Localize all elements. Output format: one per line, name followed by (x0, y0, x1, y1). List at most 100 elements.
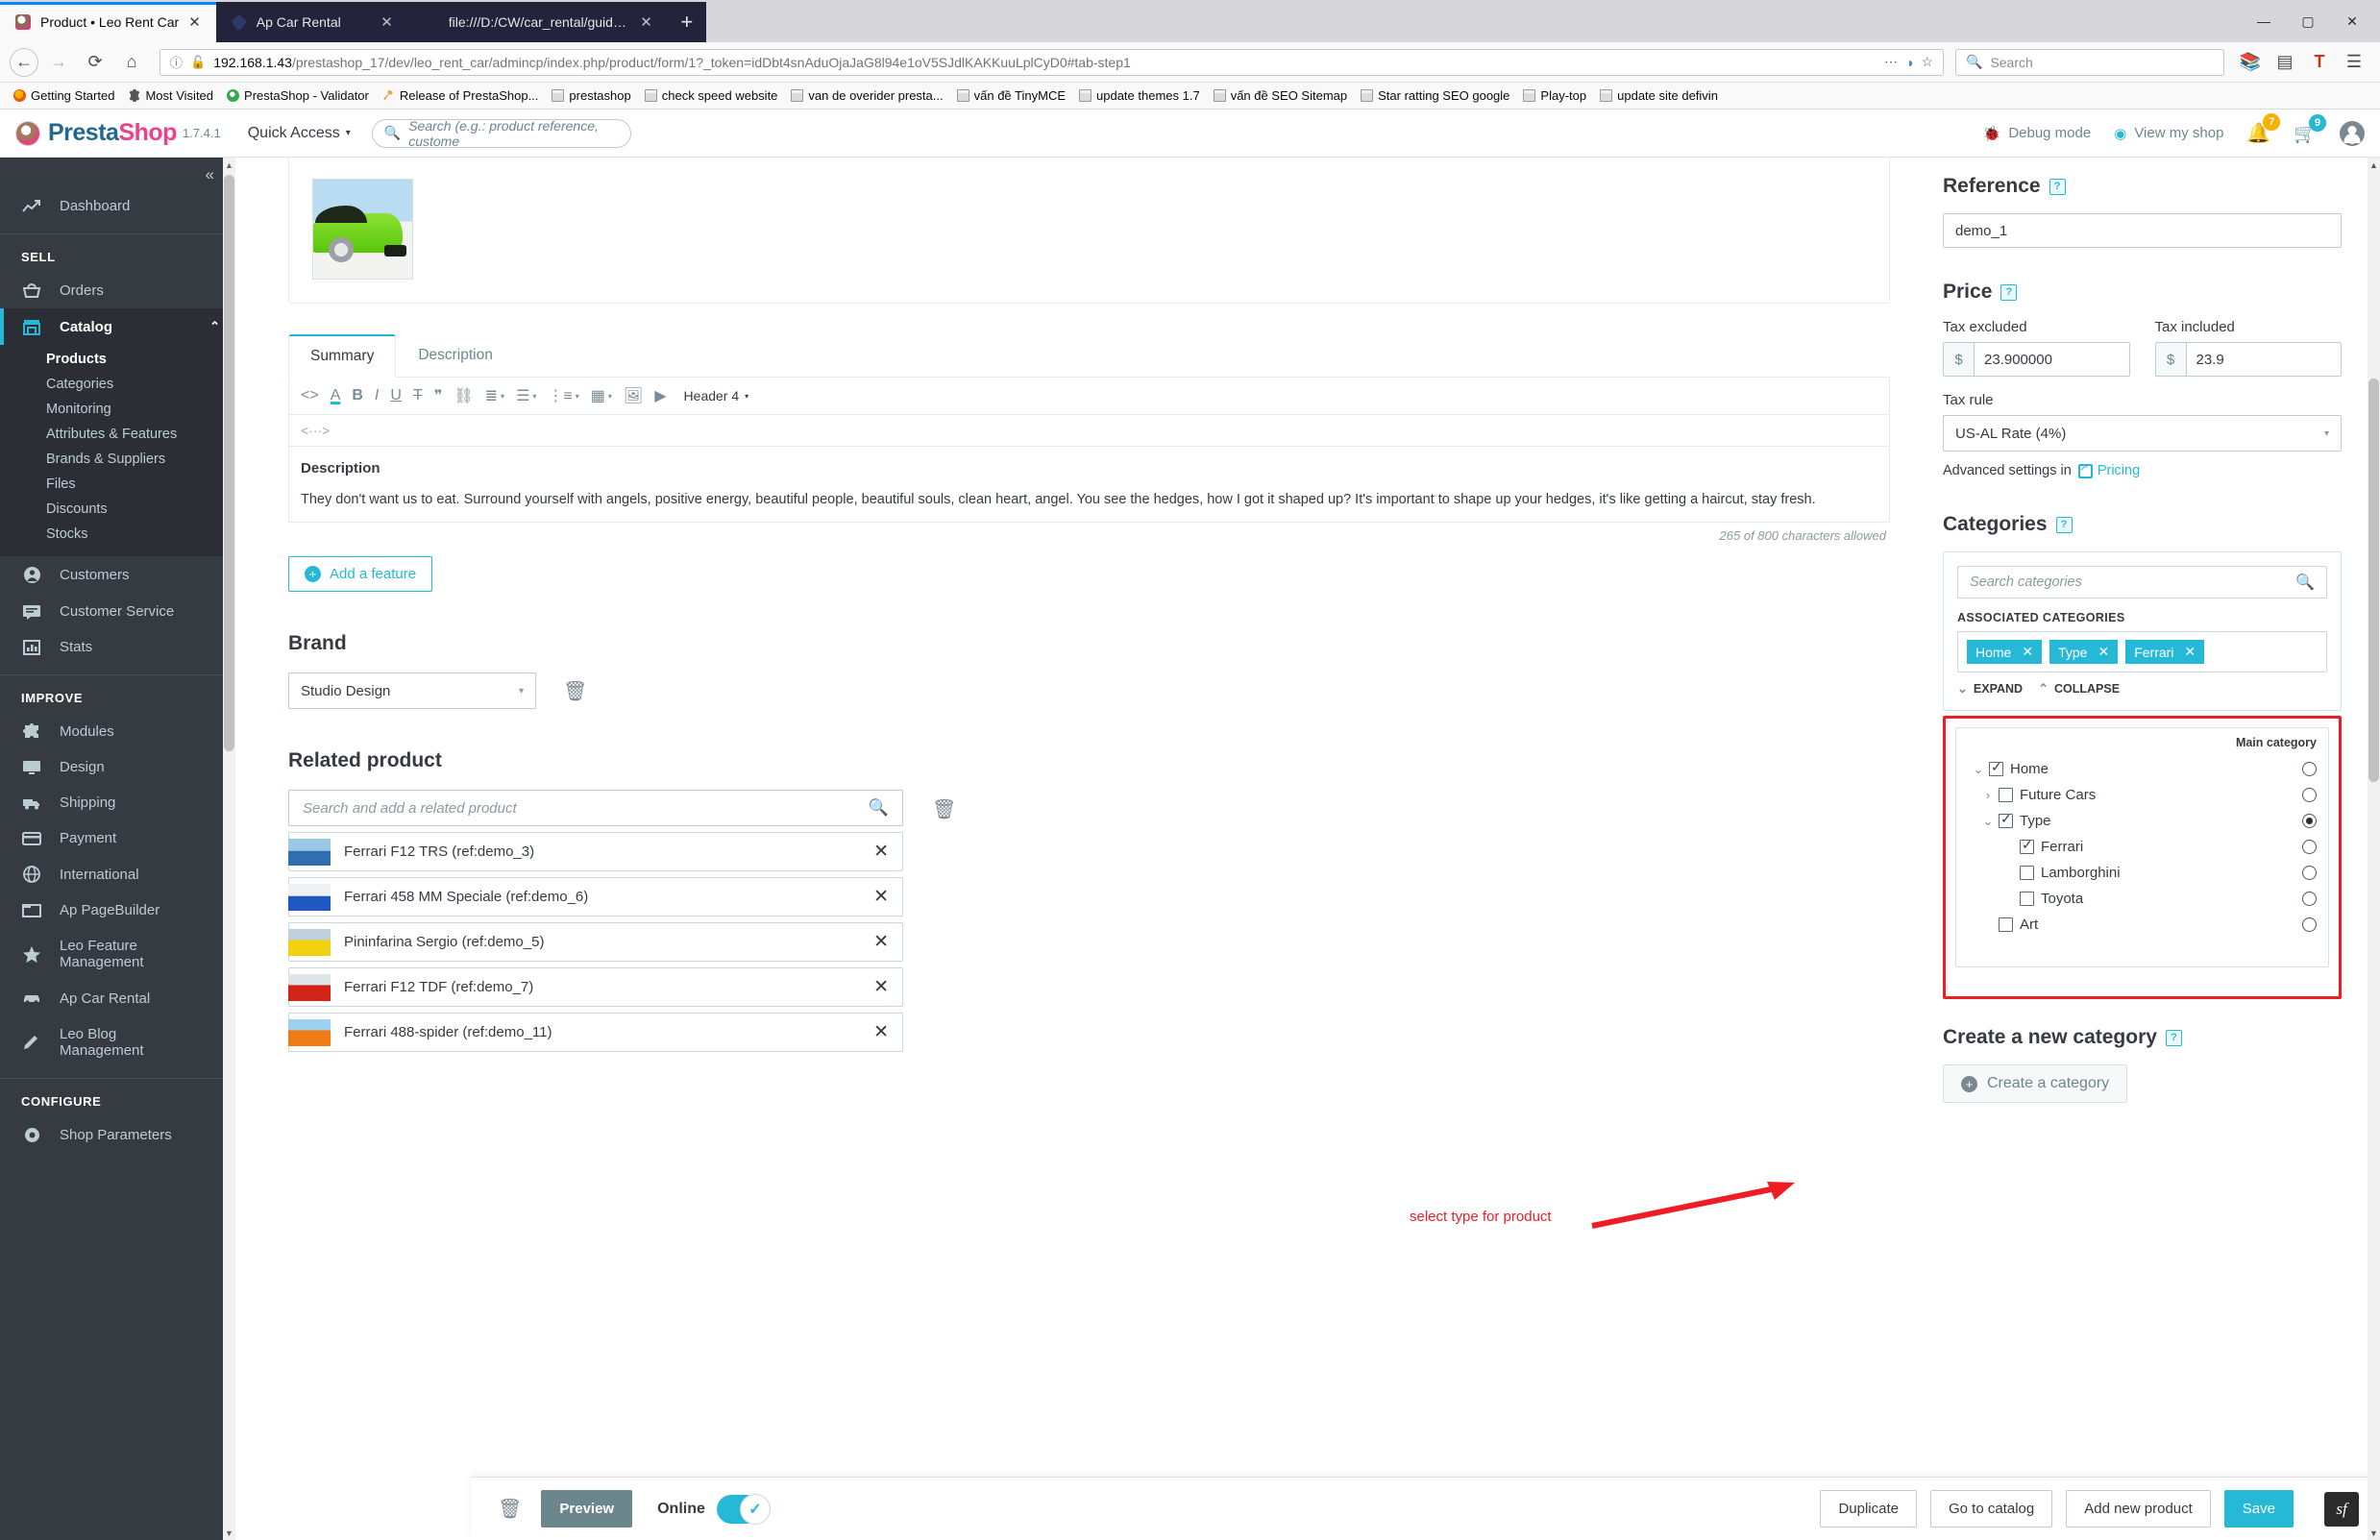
maximize-icon[interactable]: ▢ (2286, 0, 2330, 42)
sidebar-item-design[interactable]: Design (0, 749, 235, 785)
scroll-down-icon[interactable]: ▼ (2368, 1526, 2380, 1540)
sidebar-item-shop-parameters[interactable]: Shop Parameters (0, 1116, 235, 1154)
go-to-catalog-button[interactable]: Go to catalog (1929, 1490, 2053, 1528)
create-a-category-button[interactable]: + Create a category (1943, 1064, 2128, 1103)
add-a-feature-button[interactable]: + Add a feature (288, 556, 433, 592)
category-tree-node[interactable]: Lamborghini (1968, 860, 2317, 886)
tax-excluded-input[interactable]: $ 23.900000 (1943, 342, 2130, 377)
sidebar-item-files[interactable]: Files (0, 472, 235, 497)
info-icon[interactable]: ⓘ (170, 53, 183, 71)
image-icon[interactable]: 🖼 (624, 386, 643, 405)
bookmark-item-4[interactable]: prestashop (546, 86, 636, 105)
bookmark-item-12[interactable]: update site defivin (1594, 86, 1724, 105)
sidebar-icon[interactable]: ▤ (2269, 48, 2301, 77)
remove-icon[interactable]: ✕ (873, 1021, 889, 1043)
underline-icon[interactable]: U (390, 387, 402, 404)
bookmark-item-5[interactable]: check speed website (639, 86, 784, 105)
twisty-icon[interactable]: › (1977, 788, 1999, 802)
remove-icon[interactable]: ✕ (2098, 644, 2109, 660)
italic-icon[interactable]: I (375, 387, 379, 404)
close-window-icon[interactable]: ✕ (2330, 0, 2374, 42)
add-new-product-button[interactable]: Add new product (2066, 1490, 2211, 1528)
home-button[interactable]: ⌂ (115, 48, 148, 77)
related-product-row[interactable]: Pininfarina Sergio (ref:demo_5) ✕ (288, 922, 903, 962)
preview-button[interactable]: Preview (541, 1490, 633, 1528)
tax-rule-select[interactable]: US-AL Rate (4%) ▾ (1943, 415, 2342, 452)
category-search-input[interactable]: Search categories 🔍 (1957, 566, 2327, 599)
sidebar-item-customers[interactable]: Customers (0, 556, 235, 594)
related-delete-icon[interactable]: 🗑 (932, 797, 956, 821)
link-icon[interactable]: ⛓ (454, 386, 473, 405)
remove-icon[interactable]: ✕ (2022, 644, 2033, 660)
bookmark-item-11[interactable]: Play-top (1517, 86, 1592, 105)
sidebar-item-stocks[interactable]: Stocks (0, 522, 235, 547)
bookmark-item-6[interactable]: van de overider presta... (785, 86, 948, 105)
account-icon[interactable]: T (2303, 48, 2336, 77)
category-checkbox[interactable] (2020, 892, 2034, 906)
page-scrollbar[interactable]: ▲ ▼ (2368, 158, 2380, 1540)
sidebar-item-catalog[interactable]: Catalog ⌃ (0, 308, 235, 345)
strikethrough-icon[interactable]: T (413, 387, 423, 404)
help-icon[interactable]: ? (2049, 178, 2066, 195)
sidebar-item-modules[interactable]: Modules (0, 713, 235, 749)
bold-icon[interactable]: B (352, 387, 363, 404)
code-icon[interactable]: <> (301, 387, 319, 404)
browser-tab-3[interactable]: file:///D:/CW/car_rental/guide/apre ✕ (407, 2, 668, 42)
symfony-toolbar-badge[interactable]: sf (2324, 1491, 2359, 1527)
online-toggle[interactable]: ✓ (716, 1493, 771, 1525)
prestashop-logo[interactable]: PrestaShop (15, 119, 177, 147)
close-icon[interactable]: ✕ (188, 13, 201, 31)
bookmark-star-icon[interactable]: ☆ (1921, 54, 1933, 70)
category-tree-node[interactable]: › Future Cars (1968, 782, 2317, 808)
sidebar-item-orders[interactable]: Orders (0, 272, 235, 308)
brand-delete-icon[interactable]: 🗑 (563, 679, 587, 703)
category-checkbox[interactable] (2020, 866, 2034, 880)
category-checkbox[interactable] (2020, 837, 2034, 854)
sidebar-item-international[interactable]: International (0, 856, 235, 892)
collapse-button[interactable]: ⌃ COLLAPSE (2038, 681, 2120, 697)
tab-description[interactable]: Description (396, 334, 515, 378)
pocket-icon[interactable]: ◑ (1905, 55, 1913, 70)
format-dropdown[interactable]: Header 4 ▾ (684, 388, 749, 403)
main-category-radio[interactable] (2302, 788, 2317, 802)
back-button[interactable]: ← (10, 47, 38, 77)
category-tree-node[interactable]: ⌄ Type (1968, 808, 2317, 834)
main-category-radio[interactable] (2302, 866, 2317, 880)
close-icon[interactable]: ✕ (640, 13, 652, 31)
browser-tab-2[interactable]: Ap Car Rental ✕ (215, 2, 408, 42)
scroll-up-icon[interactable]: ▲ (2368, 158, 2380, 172)
bookmark-item-8[interactable]: update themes 1.7 (1073, 86, 1206, 105)
quick-access-menu[interactable]: Quick Access ▾ (248, 125, 351, 142)
browser-tab-1[interactable]: Product • Leo Rent Car ✕ (0, 2, 216, 42)
brand-select[interactable]: Studio Design ▾ (288, 672, 536, 709)
related-product-row[interactable]: Ferrari 458 MM Speciale (ref:demo_6) ✕ (288, 877, 903, 917)
sidebar-item-stats[interactable]: Stats (0, 629, 235, 665)
quote-icon[interactable]: ❞ (434, 386, 443, 405)
bookmark-item-1[interactable]: Most Visited (122, 86, 219, 105)
category-checkbox[interactable] (1999, 788, 2013, 802)
related-product-row[interactable]: Ferrari F12 TDF (ref:demo_7) ✕ (288, 967, 903, 1007)
related-product-search-input[interactable]: Search and add a related product 🔍 (288, 790, 903, 826)
help-icon[interactable]: ? (2165, 1029, 2182, 1046)
main-category-radio[interactable] (2302, 917, 2317, 932)
remove-icon[interactable]: ✕ (873, 886, 889, 908)
url-bar[interactable]: ⓘ 🔓 192.168.1.43/prestashop_17/dev/leo_r… (159, 48, 1944, 76)
view-my-shop-button[interactable]: ◉ View my shop (2114, 125, 2223, 142)
browser-search-bar[interactable]: 🔍 Search (1955, 48, 2224, 76)
main-category-radio[interactable] (2302, 840, 2317, 854)
sidebar-item-ap-pagebuilder[interactable]: Ap PageBuilder (0, 892, 235, 928)
scroll-up-icon[interactable]: ▲ (223, 158, 235, 172)
sidebar-item-ap-car-rental[interactable]: Ap Car Rental (0, 981, 235, 1016)
video-icon[interactable]: ▶ (654, 386, 666, 405)
duplicate-button[interactable]: Duplicate (1820, 1490, 1917, 1528)
delete-product-icon[interactable]: 🗑 (498, 1497, 522, 1521)
expand-button[interactable]: ⌄ EXPAND (1957, 681, 2023, 697)
minimize-icon[interactable]: — (2242, 0, 2286, 42)
save-button[interactable]: Save (2223, 1490, 2294, 1528)
category-tag[interactable]: Type ✕ (2049, 640, 2119, 664)
editor-content[interactable]: Description They don't want us to eat. S… (289, 447, 1889, 522)
main-category-radio[interactable] (2302, 814, 2317, 828)
source-code-icon[interactable]: <···> (301, 423, 330, 438)
sidebar-item-payment[interactable]: Payment (0, 820, 235, 856)
sidebar-scrollbar[interactable]: ▲ ▼ (223, 158, 235, 1540)
